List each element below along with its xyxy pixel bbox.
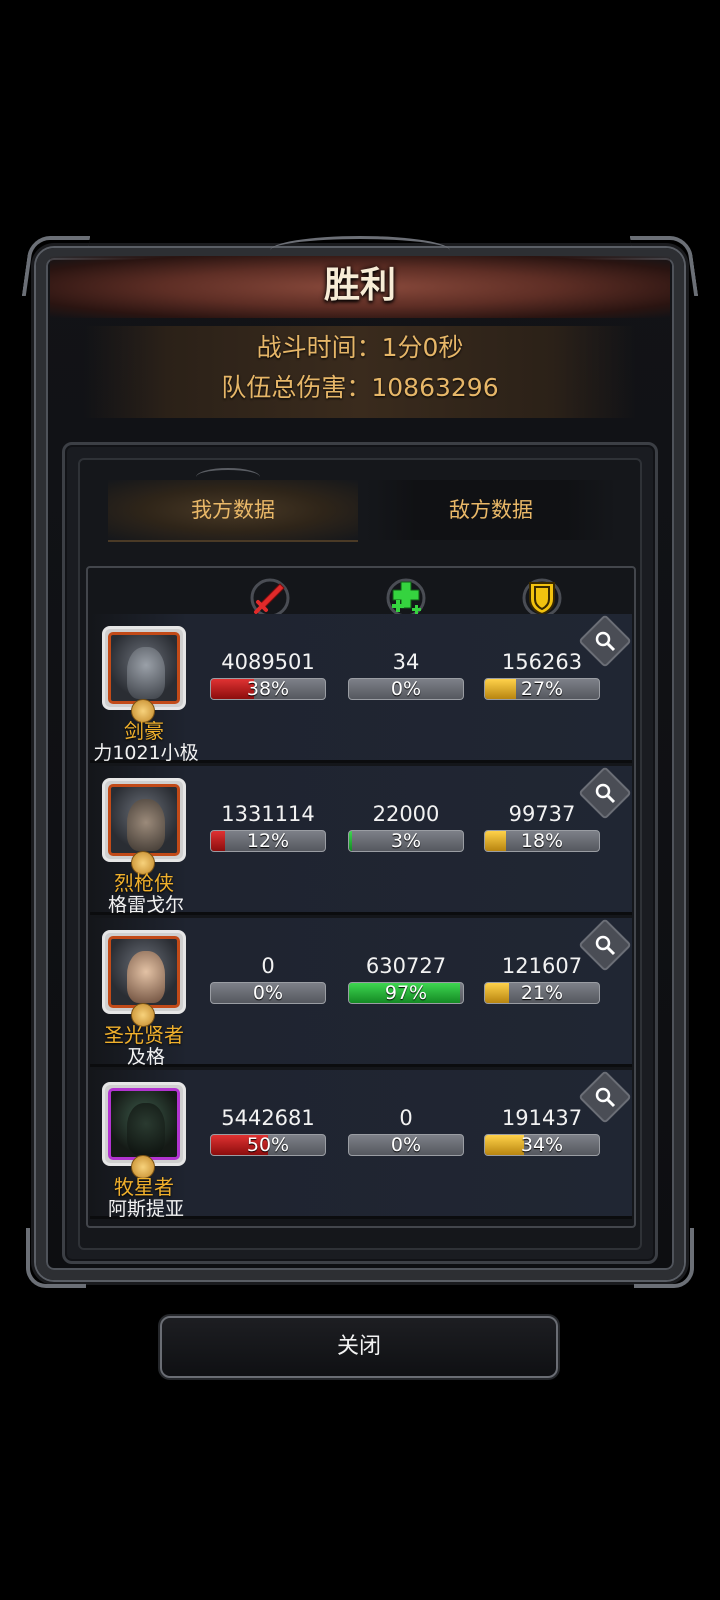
battle-result-screen: { "title": "胜利", "battle_time": {"label"… [0, 0, 720, 1600]
damage-bar: 50% [210, 1134, 326, 1156]
damage-cell: 5442681 50% [210, 1104, 326, 1156]
heal-bar: 0% [348, 1134, 464, 1156]
tank-cell: 191437 34% [484, 1104, 600, 1156]
hero-class: 剑豪 [124, 719, 164, 743]
hero-name: 力1021小极 [93, 742, 199, 764]
tank-bar: 21% [484, 982, 600, 1004]
heal-percent: 0% [390, 1134, 422, 1156]
heal-value: 22000 [372, 802, 440, 826]
tank-bar: 34% [484, 1134, 600, 1156]
hero-portrait[interactable] [102, 778, 186, 862]
hero-portrait[interactable] [102, 1082, 186, 1166]
heal-cell: 0 0% [348, 1104, 464, 1156]
heal-bar: 0% [348, 678, 464, 700]
tank-value: 99737 [508, 802, 576, 826]
heal-value: 0 [399, 1106, 413, 1130]
heal-percent: 3% [390, 830, 422, 852]
hero-name: 格雷戈尔 [107, 894, 184, 916]
heal-cell: 34 0% [348, 648, 464, 700]
tank-cell: 99737 18% [484, 800, 600, 852]
battle-time: 战斗时间：1分0秒 [0, 328, 720, 368]
hero-row: 牧星者 阿斯提亚 5442681 50% 0 0% 191437 34% [90, 1070, 632, 1220]
hero-row: 烈枪侠 格雷戈尔 1331114 12% 22000 3% 99737 18% [90, 766, 632, 916]
damage-percent: 38% [246, 678, 290, 700]
tab-enemy-data[interactable]: 敌方数据 [366, 480, 616, 540]
team-damage: 队伍总伤害：10863296 [0, 368, 720, 408]
damage-value: 5442681 [221, 1106, 315, 1130]
battle-time-label: 战斗时间： [256, 333, 382, 362]
damage-percent: 50% [246, 1134, 290, 1156]
tank-percent: 21% [520, 982, 564, 1004]
hero-name: 及格 [126, 1046, 165, 1068]
hero-name: 阿斯提亚 [107, 1198, 184, 1220]
heal-percent: 97% [384, 982, 428, 1004]
damage-cell: 1331114 12% [210, 800, 326, 852]
tank-percent: 34% [520, 1134, 564, 1156]
tank-cell: 156263 27% [484, 648, 600, 700]
hero-class: 圣光贤者 [104, 1023, 184, 1047]
tank-bar: 27% [484, 678, 600, 700]
heal-percent: 0% [390, 678, 422, 700]
tank-cell: 121607 21% [484, 952, 600, 1004]
tank-value: 121607 [501, 954, 583, 978]
battle-time-value: 1分0秒 [381, 333, 464, 362]
hero-portrait[interactable] [102, 626, 186, 710]
tab-ally-data[interactable]: 我方数据 [108, 480, 358, 542]
hero-row: 圣光贤者 及格 0 0% 630727 97% 121607 21% [90, 918, 632, 1068]
damage-percent: 0% [252, 982, 284, 1004]
heal-bar: 3% [348, 830, 464, 852]
team-damage-label: 队伍总伤害： [221, 373, 372, 402]
damage-value: 4089501 [221, 650, 315, 674]
close-button[interactable]: 关闭 [160, 1316, 558, 1378]
damage-value: 1331114 [221, 802, 315, 826]
team-damage-value: 10863296 [371, 373, 499, 402]
heal-bar: 97% [348, 982, 464, 1004]
tank-percent: 27% [520, 678, 564, 700]
tank-percent: 18% [520, 830, 564, 852]
heal-cell: 22000 3% [348, 800, 464, 852]
hero-row: 剑豪 力1021小极 4089501 38% 34 0% 156263 27% [90, 614, 632, 764]
damage-cell: 0 0% [210, 952, 326, 1004]
damage-bar: 12% [210, 830, 326, 852]
hero-portrait[interactable] [102, 930, 186, 1014]
damage-cell: 4089501 38% [210, 648, 326, 700]
damage-bar: 38% [210, 678, 326, 700]
damage-bar: 0% [210, 982, 326, 1004]
tank-value: 156263 [501, 650, 583, 674]
hero-class: 牧星者 [114, 1175, 174, 1199]
hero-class: 烈枪侠 [114, 871, 174, 895]
result-title: 胜利 [323, 265, 396, 306]
damage-percent: 12% [246, 830, 290, 852]
damage-value: 0 [261, 954, 275, 978]
heal-value: 34 [392, 650, 420, 674]
heal-cell: 630727 97% [348, 952, 464, 1004]
tank-value: 191437 [501, 1106, 583, 1130]
heal-value: 630727 [365, 954, 447, 978]
tank-bar: 18% [484, 830, 600, 852]
